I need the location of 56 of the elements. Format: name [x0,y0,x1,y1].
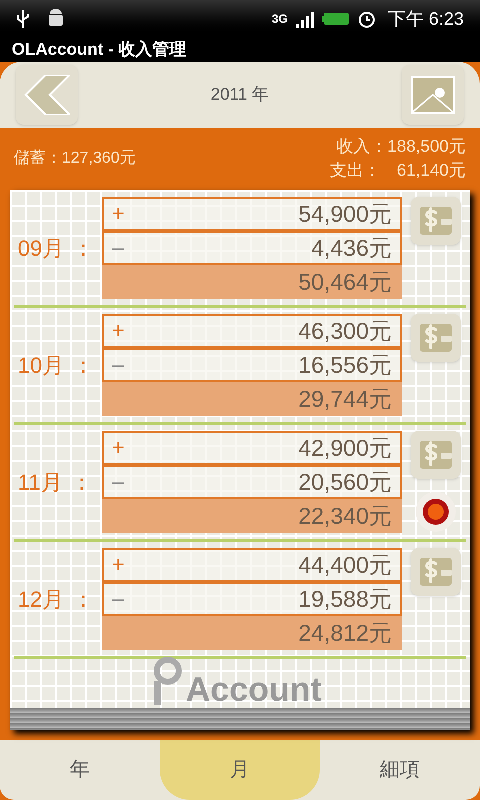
colon-text: ： [72,586,94,614]
month-label: 10月 [18,352,64,380]
colon-text: ： [72,234,94,262]
back-button[interactable] [16,65,78,125]
expense-total-label: 支出： [330,160,381,182]
income-total-text: 收入：188,500元 [336,136,466,158]
dollar-wallet-icon [419,555,453,589]
amount-text: 22,340元 [298,504,392,528]
amount-text: 24,812元 [298,622,392,644]
month-label: 12月 [18,586,64,614]
usb-icon [16,9,30,29]
alert-button-icon[interactable] [415,491,457,533]
month-label: 09月 [18,234,64,262]
amount-text: 4,436元 [311,236,392,260]
amount-text: 16,556元 [298,354,392,376]
bottom-tab[interactable]: 細項 [320,740,480,800]
wallet-button[interactable] [411,314,461,362]
colon-text: ： [70,468,93,496]
amount-text: 42,900元 [298,436,392,460]
logo-text: Account [186,673,322,707]
savings-text: 儲蓄：127,360元 [14,148,136,169]
network-label: 3G [272,11,288,28]
bottom-tab[interactable]: 月 [160,740,320,800]
dollar-wallet-icon [419,204,453,238]
amount-text: 46,300元 [298,320,392,342]
amount-text: 54,900元 [298,202,392,226]
wallet-button[interactable] [411,431,461,479]
bottom-tab[interactable]: 年 [0,740,160,800]
android-icon [46,9,66,29]
wallet-button[interactable] [411,548,461,596]
sign-label: – [112,237,124,259]
amount-text: 29,744元 [298,388,392,410]
mail-button[interactable] [402,65,464,125]
colon-text: ： [72,352,94,380]
alarm-clock-icon [358,10,376,28]
dollar-wallet-icon [419,438,453,472]
wallet-button[interactable] [411,197,461,245]
expense-total-text: 61,140元 [397,160,466,182]
dollar-wallet-icon [419,321,453,355]
sign-label: + [112,203,125,225]
sign-label: + [112,554,125,576]
year-label: 2011 年 [210,84,270,106]
battery-icon [322,12,350,26]
sign-label: – [112,588,124,610]
sign-label: + [112,437,125,459]
amount-text: 50,464元 [298,270,392,294]
chevron-left-icon [24,75,70,115]
amount-text: 44,400元 [298,554,392,576]
sign-label: + [112,320,125,342]
month-label: 11月 [18,468,63,496]
clock-text: 下午 6:23 [388,8,464,30]
sign-label: – [112,471,124,493]
amount-text: 20,560元 [298,470,392,494]
sign-label: – [112,354,124,376]
amount-text: 19,588元 [298,588,392,610]
window-title: OLAccount - 收入管理 [12,39,187,62]
